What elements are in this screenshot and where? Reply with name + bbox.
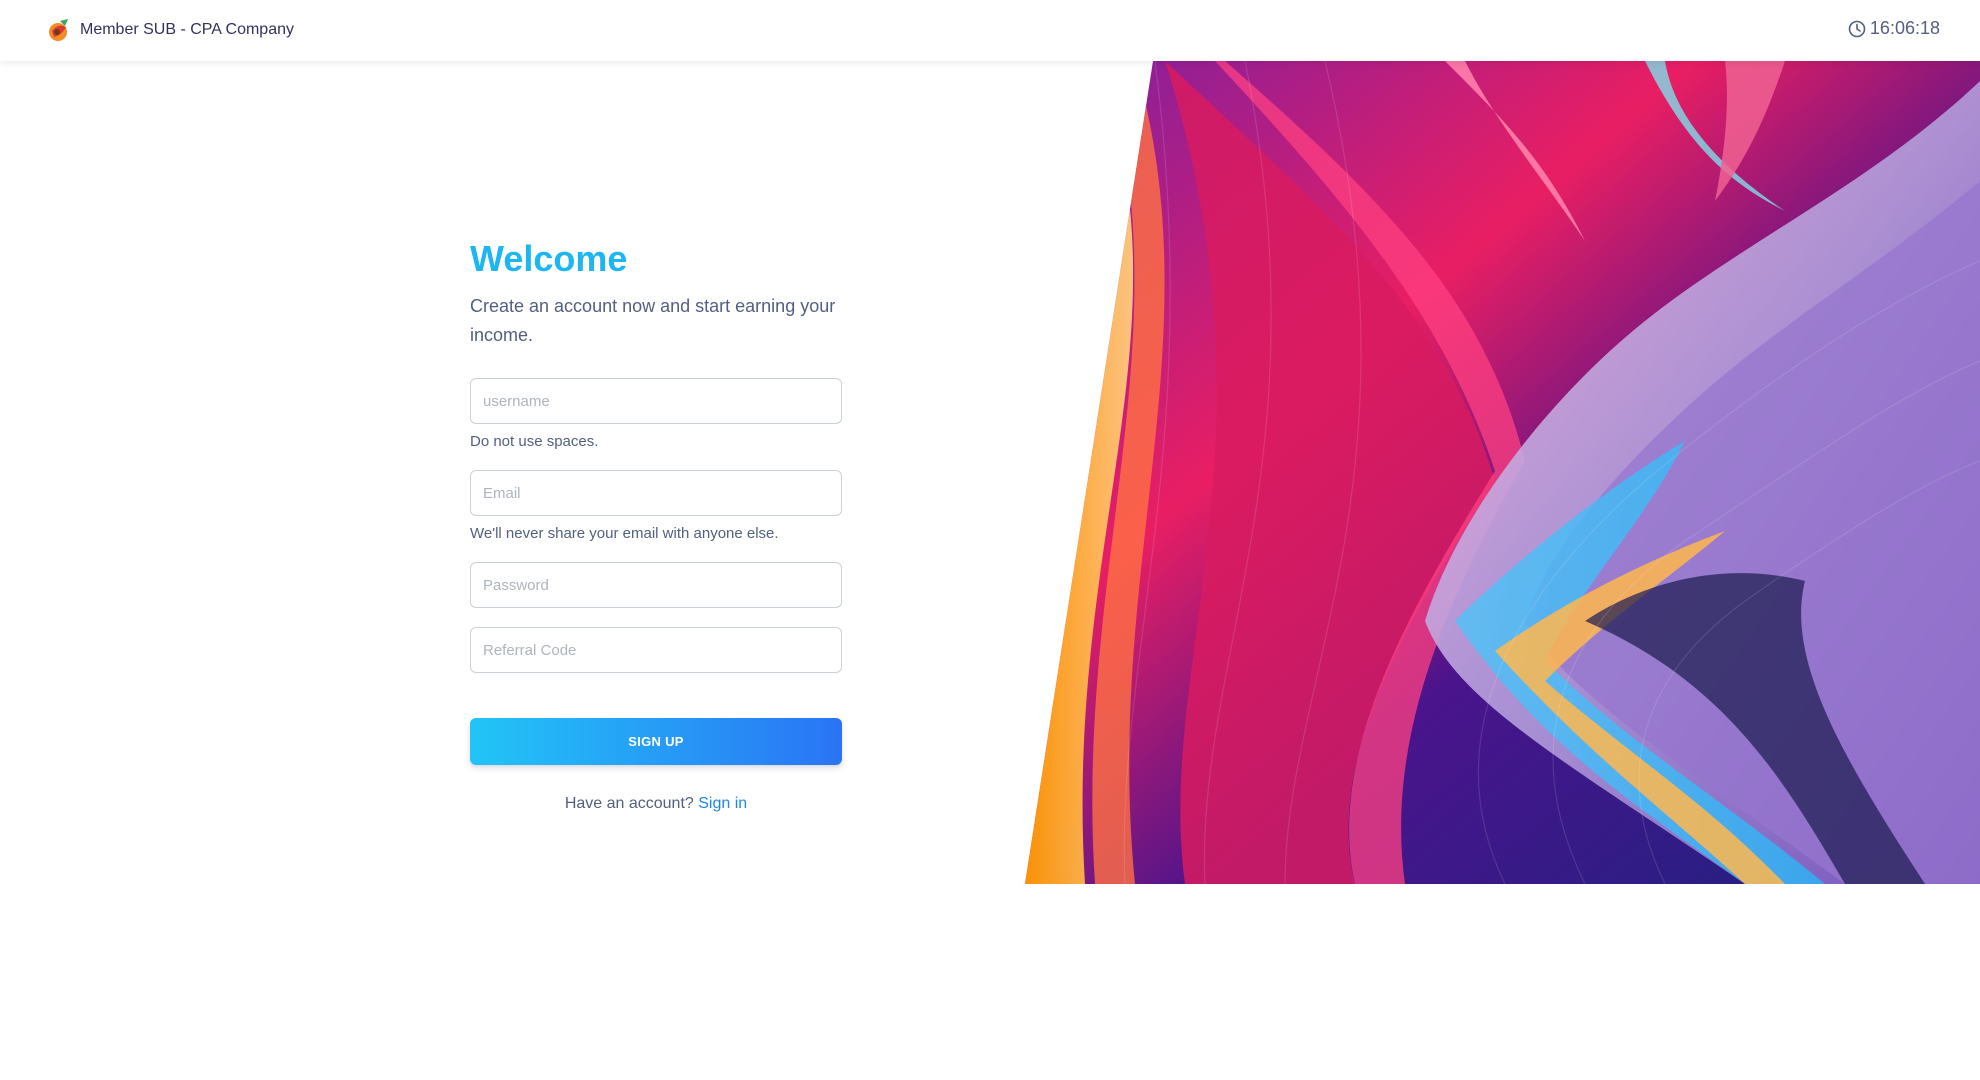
page-subtitle: Create an account now and start earning … xyxy=(470,296,836,345)
email-help-text: We'll never share your email with anyone… xyxy=(470,525,779,542)
clock: 16:06:18 xyxy=(1848,18,1940,39)
brand-logo-icon xyxy=(49,19,68,41)
signin-row: Have an account? Sign in xyxy=(470,795,842,813)
clock-time: 16:06:18 xyxy=(1869,18,1940,38)
username-help-text: Do not use spaces. xyxy=(470,433,599,450)
signup-form: Welcome Create an account now and start … xyxy=(470,238,842,813)
brand-link[interactable]: Member SUB - CPA Company xyxy=(46,17,294,43)
password-input[interactable] xyxy=(470,562,842,608)
email-input[interactable] xyxy=(470,470,842,516)
hero-artwork xyxy=(1025,61,1980,884)
signin-prompt: Have an account? xyxy=(564,795,694,812)
brand-name: Member SUB - CPA Company xyxy=(80,21,294,38)
sign-in-link[interactable]: Sign in xyxy=(698,795,747,812)
sign-up-button[interactable]: SIGN UP xyxy=(470,718,842,765)
username-input[interactable] xyxy=(470,378,842,424)
top-navbar: Member SUB - CPA Company 16:06:18 xyxy=(0,0,1980,61)
clock-icon xyxy=(1848,20,1866,37)
page-title: Welcome xyxy=(470,238,628,279)
referral-code-input[interactable] xyxy=(470,627,842,673)
abstract-waves-image xyxy=(1025,61,1980,884)
